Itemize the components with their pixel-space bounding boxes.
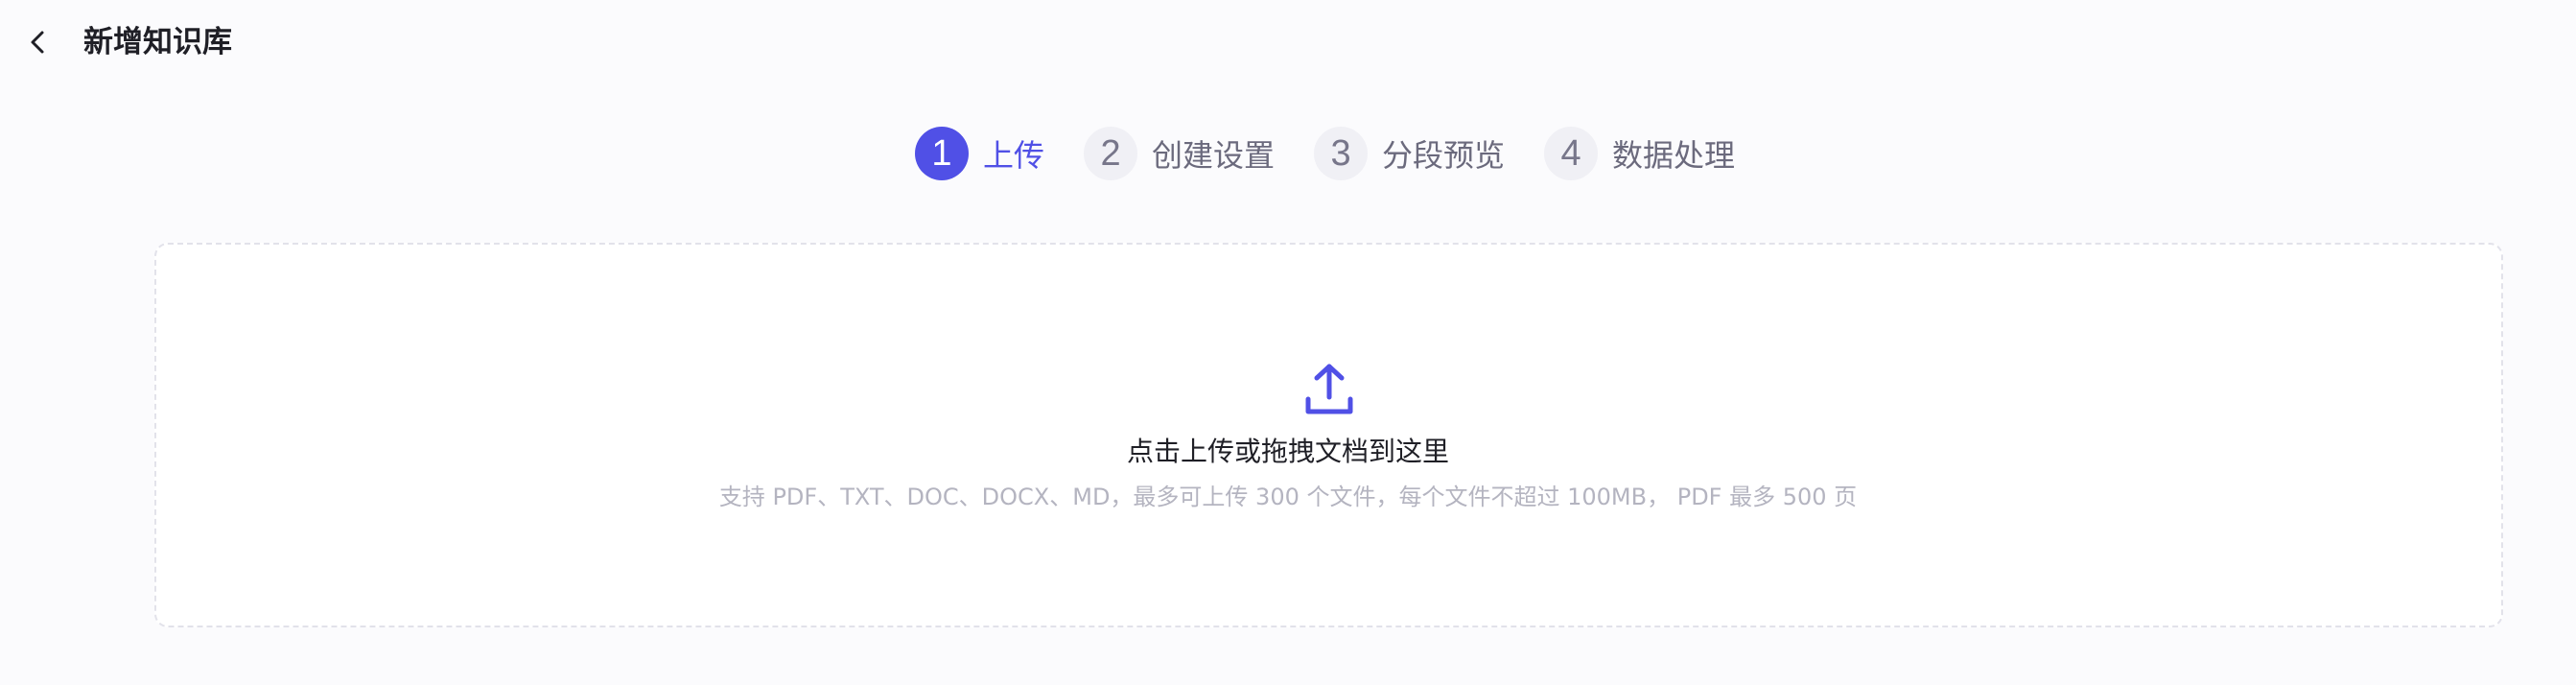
step-indicator: 1 上传 2 创建设置 3 分段预览 4 数据处理: [915, 127, 1735, 180]
step-label: 创建设置: [1152, 137, 1276, 174]
step-upload[interactable]: 1 上传: [915, 127, 1044, 180]
step-label: 数据处理: [1612, 137, 1736, 174]
upload-title: 点击上传或拖拽文档到这里: [1126, 436, 1449, 467]
step-create-settings[interactable]: 2 创建设置: [1084, 127, 1275, 180]
page-title: 新增知识库: [83, 25, 232, 59]
step-label: 上传: [983, 137, 1045, 174]
step-data-processing[interactable]: 4 数据处理: [1544, 127, 1735, 180]
step-label: 分段预览: [1382, 137, 1506, 174]
step-number: 2: [1084, 127, 1138, 180]
back-button[interactable]: [23, 21, 52, 63]
chevron-left-icon: [31, 31, 44, 54]
upload-hint: 支持 PDF、TXT、DOC、DOCX、MD，最多可上传 300 个文件，每个文…: [718, 484, 1858, 510]
step-number: 3: [1314, 127, 1369, 180]
step-number: 4: [1544, 127, 1599, 180]
step-segment-preview[interactable]: 3 分段预览: [1314, 127, 1505, 180]
step-number: 1: [915, 127, 969, 180]
upload-icon: [1305, 364, 1353, 414]
page-header: 新增知识库: [0, 0, 2576, 84]
